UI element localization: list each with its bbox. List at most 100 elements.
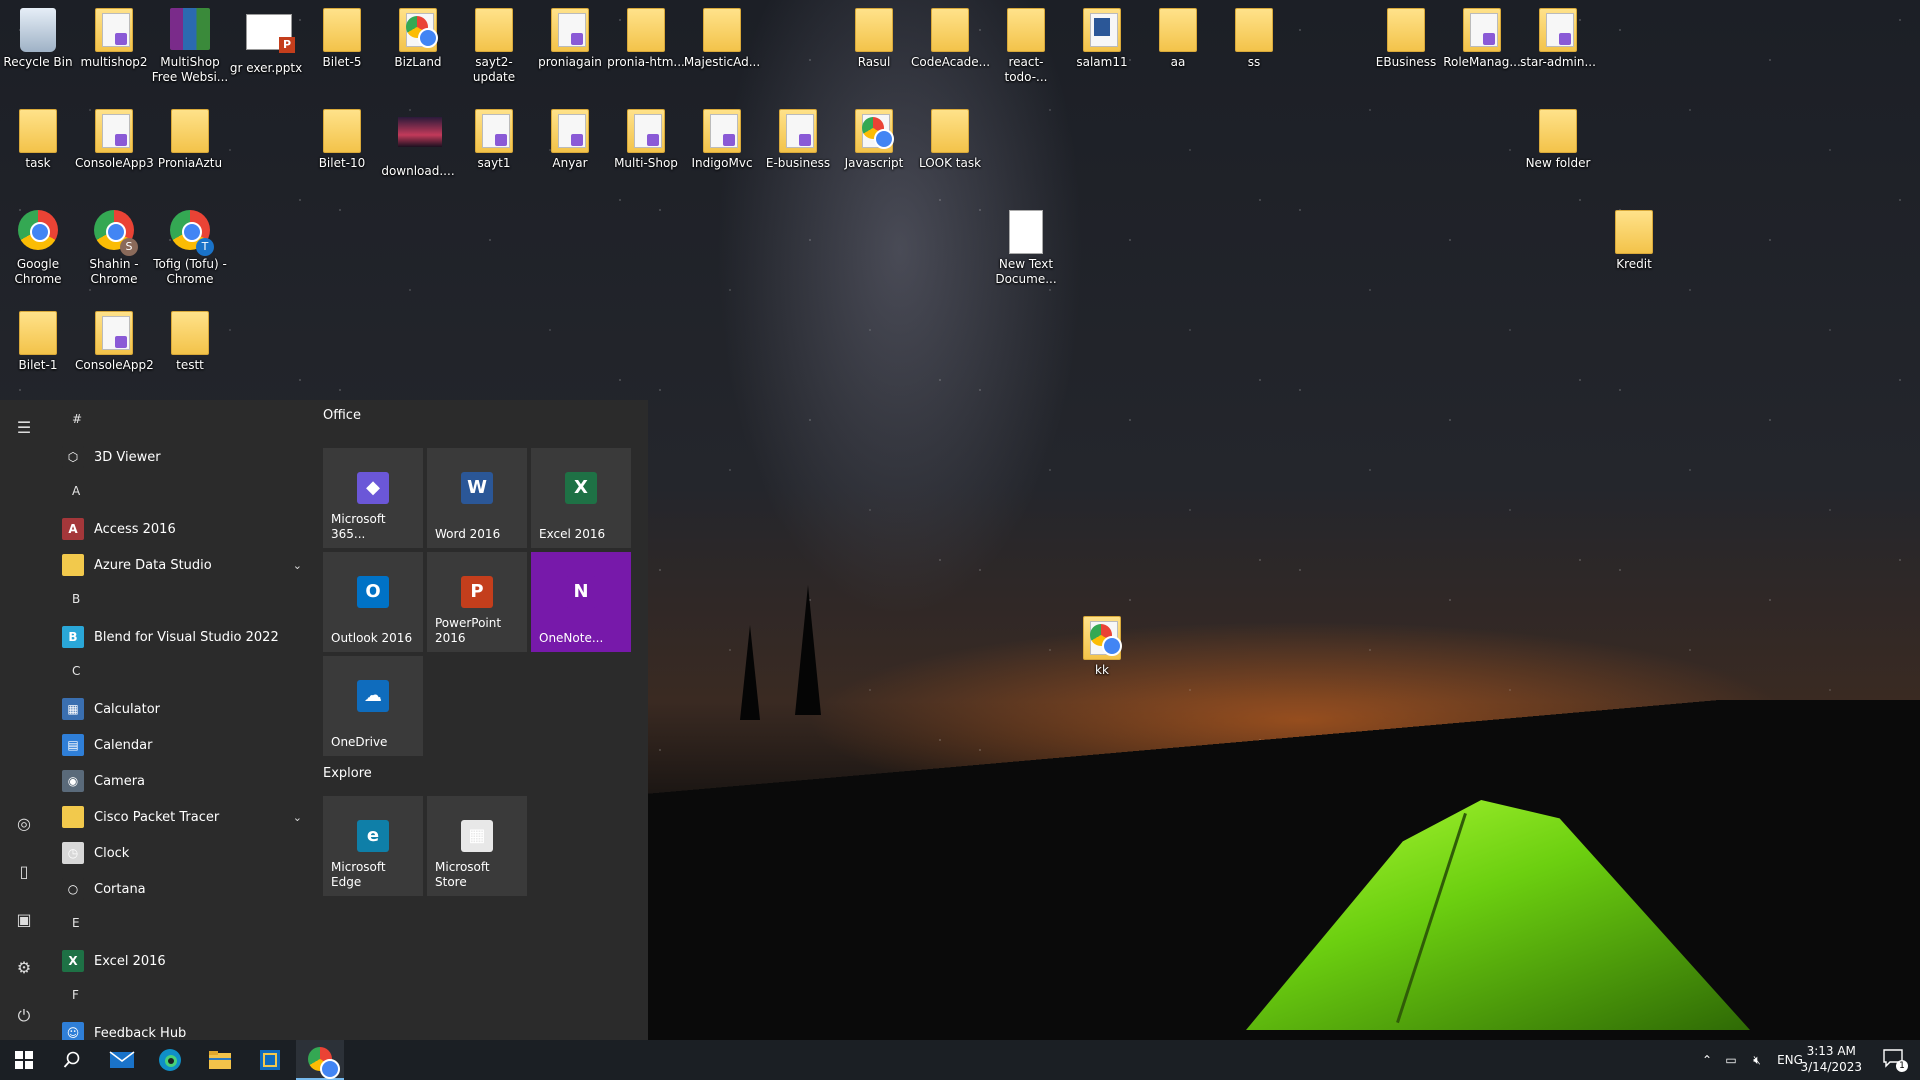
chrome-app-button[interactable]: [296, 1040, 344, 1080]
start-tile[interactable]: P PowerPoint 2016: [427, 552, 527, 652]
search-button[interactable]: [48, 1040, 96, 1080]
show-hidden-icons-icon[interactable]: ⌃: [1696, 1053, 1718, 1067]
documents-icon[interactable]: ▯: [12, 860, 36, 884]
network-icon[interactable]: ▭: [1718, 1053, 1744, 1067]
desktop-icon[interactable]: Bilet-10: [303, 103, 381, 171]
app-list-item[interactable]: ☺ Feedback Hub: [62, 1016, 308, 1040]
desktop-icon[interactable]: ss: [1215, 2, 1293, 70]
app-list-item[interactable]: ⬡ 3D Viewer: [62, 440, 308, 474]
desktop-icon[interactable]: IndigoMvc: [683, 103, 761, 171]
desktop-icon[interactable]: ConsoleApp3: [75, 103, 154, 171]
app-list-item[interactable]: ◉ Camera: [62, 764, 308, 798]
desktop-icon[interactable]: EBusiness: [1367, 2, 1445, 70]
app-list-item[interactable]: Cisco Packet Tracer ⌄: [62, 800, 308, 834]
desktop-icon[interactable]: Javascript: [835, 103, 913, 171]
power-icon[interactable]: ⏻: [12, 1004, 36, 1028]
desktop-icon[interactable]: S Shahin - Chrome: [75, 204, 153, 287]
desktop-icon[interactable]: star-admin...: [1519, 2, 1597, 70]
app-list-letter-header[interactable]: C: [72, 664, 80, 678]
chevron-down-icon[interactable]: ⌄: [293, 559, 302, 572]
action-center-button[interactable]: 1: [1882, 1048, 1908, 1072]
app-list-item[interactable]: B Blend for Visual Studio 2022: [62, 620, 308, 654]
app-list-letter-header[interactable]: #: [72, 412, 82, 426]
hamburger-menu-icon[interactable]: ☰: [12, 416, 36, 440]
desktop-icon[interactable]: LOOK task: [911, 103, 989, 171]
desktop-icon[interactable]: ProniaAztu: [151, 103, 229, 171]
mail-app-button[interactable]: [98, 1040, 146, 1080]
desktop-icon[interactable]: task: [0, 103, 77, 171]
folder-icon: [702, 8, 742, 52]
start-tile[interactable]: ▦ Microsoft Store: [427, 796, 527, 896]
start-tile[interactable]: X Excel 2016: [531, 448, 631, 548]
desktop-icon[interactable]: Bilet-1: [0, 305, 77, 373]
settings-icon[interactable]: ⚙: [12, 956, 36, 980]
start-tile[interactable]: ◆ Microsoft 365...: [323, 448, 423, 548]
desktop-icon[interactable]: react-todo-...: [987, 2, 1065, 85]
desktop-icon-label: MajesticAd...: [683, 55, 761, 69]
desktop-icon[interactable]: multishop2: [75, 2, 153, 70]
desktop-icon[interactable]: Recycle Bin: [0, 2, 77, 70]
desktop-icon[interactable]: BizLand: [379, 2, 457, 70]
desktop-icon[interactable]: E-business: [759, 103, 837, 171]
chevron-down-icon[interactable]: ⌄: [293, 811, 302, 824]
app-list-item[interactable]: A Access 2016: [62, 512, 308, 546]
start-tile[interactable]: W Word 2016: [427, 448, 527, 548]
desktop-icon[interactable]: MultiShop Free Websi...: [151, 2, 229, 85]
start-tile[interactable]: O Outlook 2016: [323, 552, 423, 652]
folder-icon: [62, 554, 84, 576]
taskbar-clock[interactable]: 3:13 AM 3/14/2023: [1800, 1043, 1862, 1075]
app-list-item[interactable]: ○ Cortana: [62, 872, 308, 906]
desktop-icon[interactable]: Anyar: [531, 103, 609, 171]
app-list-item[interactable]: ◷ Clock: [62, 836, 308, 870]
app-list-letter-header[interactable]: F: [72, 988, 79, 1002]
user-account-icon[interactable]: ◎: [12, 812, 36, 836]
image-file-icon: [398, 117, 442, 161]
app-list-item[interactable]: ▤ Calendar: [62, 728, 308, 762]
desktop-icon[interactable]: T Tofig (Tofu) - Chrome: [151, 204, 229, 287]
edge-app-button[interactable]: [146, 1040, 194, 1080]
desktop-icon-label: Rasul: [857, 55, 891, 69]
start-button[interactable]: [0, 1040, 48, 1080]
remote-desktop-button[interactable]: [246, 1040, 294, 1080]
app-list-letter-header[interactable]: A: [72, 484, 80, 498]
desktop-icon[interactable]: Bilet-5: [303, 2, 381, 70]
cortana-icon: ○: [62, 878, 84, 900]
tile-group-header[interactable]: Office: [323, 408, 361, 423]
desktop-icon[interactable]: Google Chrome: [0, 204, 77, 287]
desktop-icon[interactable]: proniagain: [531, 2, 609, 70]
desktop-icon[interactable]: testt: [151, 305, 229, 373]
start-tile[interactable]: e Microsoft Edge: [323, 796, 423, 896]
start-tile[interactable]: ☁ OneDrive: [323, 656, 423, 756]
app-list-item[interactable]: X Excel 2016: [62, 944, 308, 978]
desktop-icon[interactable]: New Text Docume...: [987, 204, 1065, 287]
volume-muted-icon[interactable]: 🔇︎: [1744, 1053, 1770, 1068]
desktop-icon[interactable]: ConsoleApp2: [75, 305, 154, 373]
desktop-icon[interactable]: kk: [1063, 610, 1141, 678]
app-list-letter-header[interactable]: B: [72, 592, 80, 606]
desktop-icon[interactable]: download....: [379, 103, 457, 179]
desktop-icon[interactable]: gr exer.pptx: [227, 2, 305, 76]
app-list-letter-header[interactable]: E: [72, 916, 80, 930]
tile-area: Office Explore ◆ Microsoft 365... W Word 2016…: [323, 400, 643, 1040]
word-icon: W: [461, 472, 493, 504]
folder-icon: [1158, 8, 1198, 52]
desktop-icon[interactable]: pronia-htm...: [607, 2, 685, 70]
desktop-icon[interactable]: Rasul: [835, 2, 913, 70]
pictures-icon[interactable]: ▣: [12, 908, 36, 932]
desktop-icon[interactable]: Kredit: [1595, 204, 1673, 272]
app-list-item[interactable]: Azure Data Studio ⌄: [62, 548, 308, 582]
desktop-icon[interactable]: salam11: [1063, 2, 1141, 70]
desktop-icon[interactable]: aa: [1139, 2, 1217, 70]
desktop-icon[interactable]: New folder: [1519, 103, 1597, 171]
desktop-icon[interactable]: sayt2-update: [455, 2, 533, 85]
file-explorer-button[interactable]: [196, 1040, 244, 1080]
powerpoint-icon: P: [461, 576, 493, 608]
start-tile[interactable]: N OneNote...: [531, 552, 631, 652]
app-list-item[interactable]: ▦ Calculator: [62, 692, 308, 726]
desktop-icon[interactable]: MajesticAd...: [683, 2, 761, 70]
desktop-icon[interactable]: sayt1: [455, 103, 533, 171]
desktop-icon[interactable]: CodeAcade...: [911, 2, 990, 70]
tile-group-header[interactable]: Explore: [323, 766, 372, 781]
desktop-icon[interactable]: Multi-Shop: [607, 103, 685, 171]
desktop-icon[interactable]: RoleManag...: [1443, 2, 1521, 70]
